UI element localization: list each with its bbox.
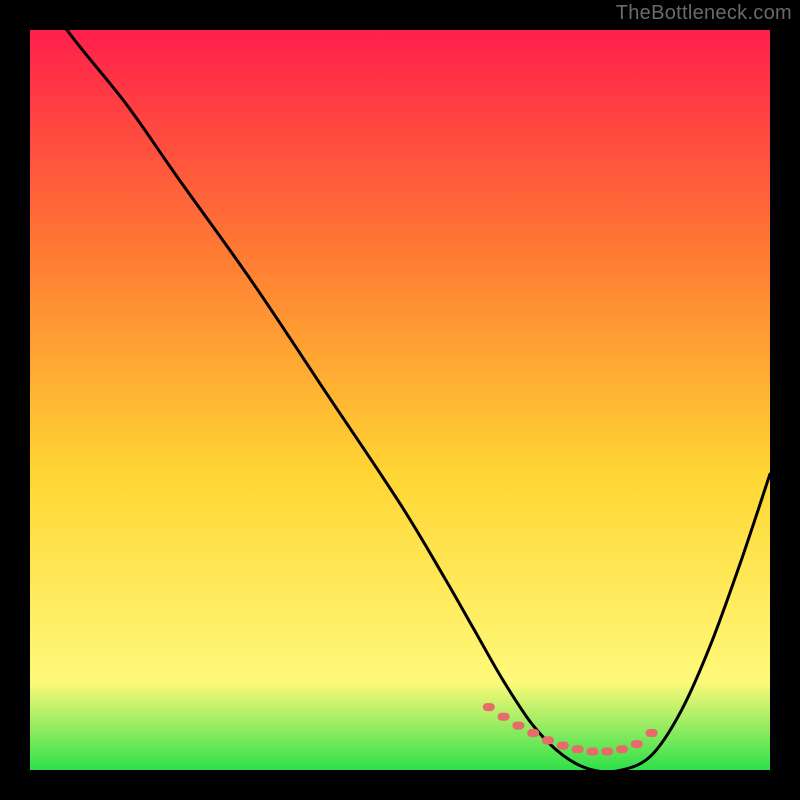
chart-plot-area xyxy=(30,30,770,770)
marker-dot xyxy=(586,748,598,756)
marker-dot xyxy=(512,722,524,730)
marker-dot xyxy=(483,703,495,711)
marker-dot xyxy=(557,742,569,750)
marker-dot xyxy=(616,745,628,753)
marker-dot xyxy=(601,748,613,756)
marker-dot xyxy=(498,713,510,721)
marker-dot xyxy=(631,740,643,748)
watermark-text: TheBottleneck.com xyxy=(616,2,792,25)
chart-svg xyxy=(30,30,770,770)
marker-dot xyxy=(646,729,658,737)
marker-dot xyxy=(542,736,554,744)
gradient-background xyxy=(30,30,770,770)
marker-dot xyxy=(527,729,539,737)
marker-dot xyxy=(572,745,584,753)
